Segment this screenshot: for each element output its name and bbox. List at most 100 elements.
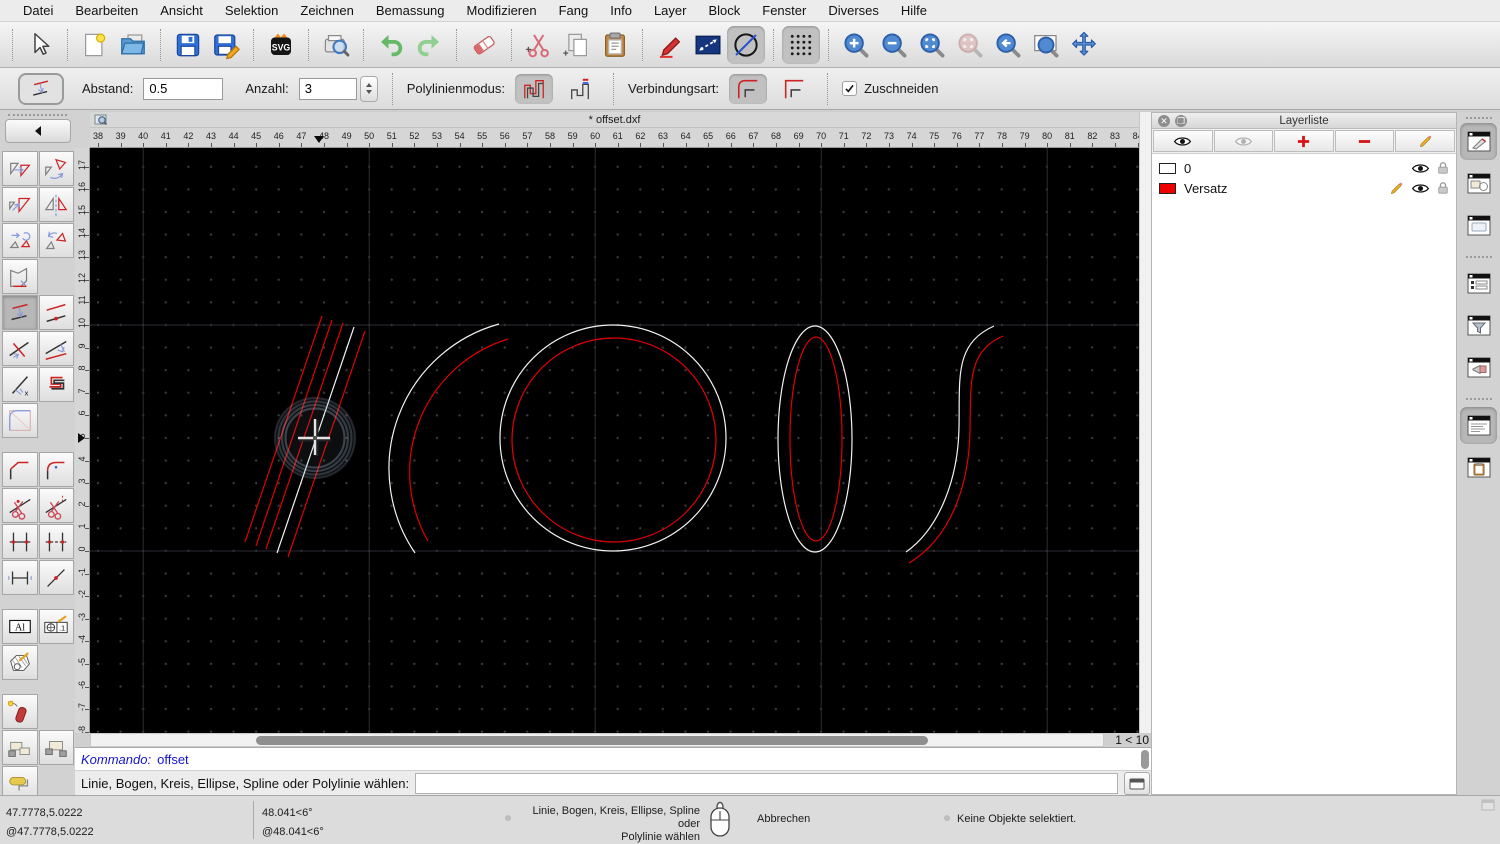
redo-button[interactable]	[410, 26, 448, 64]
paste-button[interactable]	[596, 26, 634, 64]
drawing-canvas[interactable]	[90, 148, 1139, 733]
canvas-horizontal-scrollbar[interactable]	[90, 733, 1104, 747]
save-as-button[interactable]	[207, 26, 245, 64]
zoom-previous-button[interactable]	[989, 26, 1027, 64]
tool-trim-button[interactable]	[2, 331, 38, 366]
draw-pen-button[interactable]	[651, 26, 689, 64]
list-window-toggle-button[interactable]	[1460, 265, 1497, 302]
tool-block-edit-button[interactable]	[38, 730, 74, 765]
tool-move-button[interactable]	[2, 151, 38, 186]
menu-item-modifizieren[interactable]: Modifizieren	[456, 3, 548, 18]
palette-back-button[interactable]	[4, 119, 71, 143]
command-scroll-thumb[interactable]	[1141, 750, 1149, 769]
distance-button[interactable]	[689, 26, 727, 64]
layer-row-versatz[interactable]: Versatz	[1152, 178, 1456, 198]
tool-offset-button[interactable]	[2, 295, 38, 330]
tool-scale-button[interactable]	[2, 187, 38, 222]
zoom-in-button[interactable]	[837, 26, 875, 64]
zuschneiden-checkbox[interactable]	[842, 81, 858, 96]
anzahl-input[interactable]	[298, 77, 357, 100]
zoom-out-button[interactable]	[875, 26, 913, 64]
tool-mirror-button[interactable]	[38, 187, 74, 222]
show-all-layers-button[interactable]	[1153, 130, 1213, 152]
ellipse-offset-button[interactable]	[727, 25, 765, 64]
menu-item-fenster[interactable]: Fenster	[751, 3, 817, 18]
lock-icon[interactable]	[1437, 181, 1449, 195]
tool-move-rotate-button[interactable]	[2, 223, 38, 258]
menu-item-bearbeiten[interactable]: Bearbeiten	[64, 3, 149, 18]
command-keyboard-button[interactable]	[1124, 772, 1150, 795]
tool-round-corner-button[interactable]	[38, 452, 74, 487]
pointer-button[interactable]	[21, 26, 59, 64]
layer-row-0[interactable]: 0	[1152, 158, 1456, 178]
library-window-toggle-button[interactable]	[1460, 207, 1497, 244]
command-window-toggle-button[interactable]	[1460, 407, 1497, 444]
menu-item-diverses[interactable]: Diverses	[817, 3, 890, 18]
menu-item-selektion[interactable]: Selektion	[214, 3, 289, 18]
undo-button[interactable]	[372, 26, 410, 64]
tool-trim-amount-button[interactable]: x	[2, 367, 38, 402]
menu-item-ansicht[interactable]: Ansicht	[149, 3, 214, 18]
zoom-selected-button[interactable]	[951, 26, 989, 64]
close-icon[interactable]: ✕	[1158, 115, 1170, 127]
stepper-down-icon[interactable]	[365, 90, 372, 97]
eye-icon[interactable]	[1411, 162, 1430, 175]
detach-icon[interactable]: ❐	[1175, 115, 1187, 127]
command-input[interactable]	[415, 773, 1118, 794]
tool-edit-text-button[interactable]: Al	[2, 609, 38, 644]
palette-drag-handle[interactable]	[8, 114, 67, 116]
canvas-vertical-scrollbar[interactable]	[1139, 112, 1151, 733]
tool-offset-point-button[interactable]	[38, 295, 74, 330]
polyline-mode-segment-button[interactable]	[561, 74, 599, 104]
tool-rotate-two-button[interactable]	[38, 223, 74, 258]
menu-item-layer[interactable]: Layer	[643, 3, 698, 18]
hide-inactive-layers-button[interactable]	[1213, 130, 1274, 152]
tool-rotate-button[interactable]	[38, 151, 74, 186]
tool-stretch-button[interactable]	[2, 259, 38, 294]
zoom-window-button[interactable]	[1027, 26, 1065, 64]
clipboard-window-toggle-button[interactable]	[1460, 449, 1497, 486]
horizontal-scroll-thumb[interactable]	[256, 736, 928, 745]
join-sharp-button[interactable]	[775, 74, 813, 104]
tool-divide-two-button[interactable]	[38, 524, 74, 559]
tool-divide-button[interactable]	[2, 524, 38, 559]
remove-layer-button[interactable]	[1334, 130, 1395, 152]
announce-window-toggle-button[interactable]	[1460, 349, 1497, 386]
layer-color-swatch[interactable]	[1159, 162, 1176, 174]
pen-window-toggle-button[interactable]	[1460, 123, 1497, 160]
stepper-up-icon[interactable]	[365, 80, 372, 87]
tool-cut-button[interactable]	[2, 488, 38, 523]
join-round-button[interactable]	[729, 73, 768, 104]
cut-button[interactable]	[520, 26, 558, 64]
abstand-input[interactable]	[143, 77, 224, 100]
polyline-mode-full-button[interactable]	[514, 73, 553, 104]
add-layer-button[interactable]	[1274, 130, 1334, 152]
print-preview-button[interactable]	[317, 26, 355, 64]
tool-explode-button[interactable]	[2, 694, 38, 729]
eye-icon[interactable]	[1411, 182, 1430, 195]
blocks-window-toggle-button[interactable]	[1460, 165, 1497, 202]
tool-break-button[interactable]	[2, 560, 38, 595]
menu-item-fang[interactable]: Fang	[548, 3, 600, 18]
tool-line-point-button[interactable]	[38, 560, 74, 595]
tool-explode-text-button[interactable]	[2, 730, 38, 765]
menu-item-block[interactable]: Block	[697, 3, 751, 18]
open-file-button[interactable]	[114, 26, 152, 64]
tool-bevel-button[interactable]	[2, 452, 38, 487]
eraser-button[interactable]	[465, 26, 503, 64]
tool-trim-two-button[interactable]	[38, 331, 74, 366]
tool-cut-marked-button[interactable]	[38, 488, 74, 523]
tool-equidistant-button[interactable]	[38, 367, 74, 402]
modify-layer-button[interactable]	[1395, 130, 1455, 152]
menu-item-hilfe[interactable]: Hilfe	[890, 3, 938, 18]
anzahl-stepper[interactable]	[359, 75, 378, 102]
menu-item-info[interactable]: Info	[599, 3, 643, 18]
menu-item-bemassung[interactable]: Bemassung	[365, 3, 456, 18]
tool-edit-hatch-button[interactable]	[2, 645, 38, 680]
save-button[interactable]	[169, 26, 207, 64]
lock-icon[interactable]	[1437, 161, 1449, 175]
offset-tool-button[interactable]	[18, 72, 64, 105]
grid-toggle-button[interactable]	[782, 25, 820, 64]
zoom-pan-button[interactable]	[1065, 26, 1103, 64]
pencil-icon[interactable]	[1389, 181, 1404, 196]
